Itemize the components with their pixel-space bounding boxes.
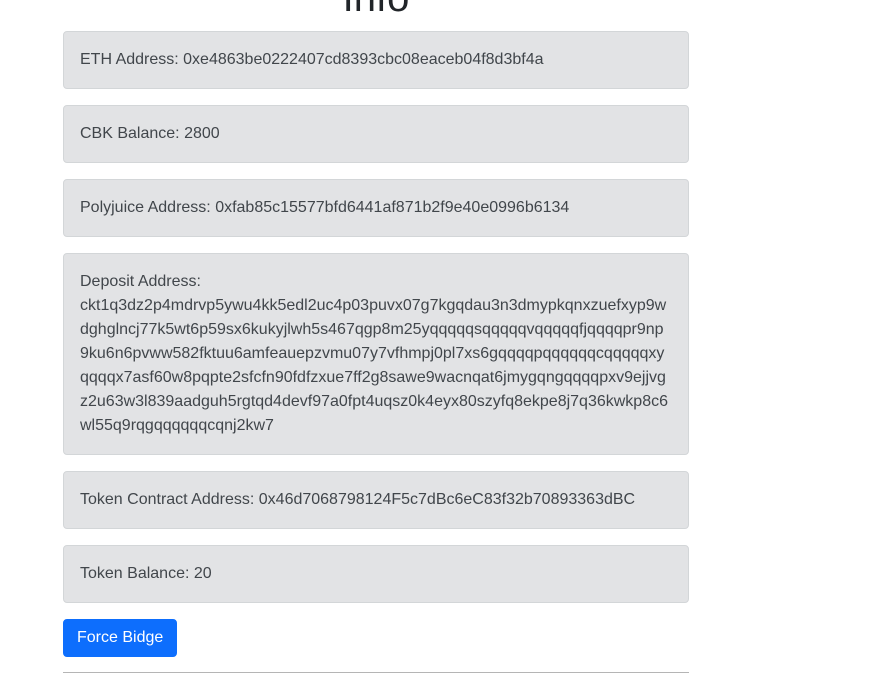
token-balance-label: Token Balance: (80, 565, 194, 582)
polyjuice-address-box: Polyjuice Address: 0xfab85c15577bfd6441a… (63, 179, 689, 237)
polyjuice-address-value: 0xfab85c15577bfd6441af871b2f9e40e0996b61… (215, 199, 570, 216)
token-contract-address-value: 0x46d7068798124F5c7dBc6eC83f32b70893363d… (258, 491, 636, 508)
info-list: ETH Address: 0xe4863be0222407cd8393cbc08… (63, 31, 689, 619)
divider (63, 672, 689, 673)
token-balance-box: Token Balance: 20 (63, 545, 689, 603)
token-contract-address-box: Token Contract Address: 0x46d7068798124F… (63, 471, 689, 529)
eth-address-label: ETH Address: (80, 51, 184, 68)
deposit-address-box: Deposit Address: ckt1q3dz2p4mdrvp5ywu4kk… (63, 253, 689, 455)
deposit-address-value: ckt1q3dz2p4mdrvp5ywu4kk5edl2uc4p03puvx07… (80, 297, 668, 434)
force-bridge-button[interactable]: Force Bidge (63, 619, 178, 657)
page-title: Info (63, 0, 689, 18)
token-contract-address-label: Token Contract Address: (80, 491, 259, 508)
polyjuice-address-label: Polyjuice Address: (80, 199, 216, 216)
cbk-balance-label: CBK Balance: (80, 125, 185, 142)
cbk-balance-value: 2800 (184, 125, 220, 142)
cbk-balance-box: CBK Balance: 2800 (63, 105, 689, 163)
deposit-address-label: Deposit Address: (80, 273, 201, 290)
page: Info ETH Address: 0xe4863be0222407cd8393… (0, 0, 874, 674)
eth-address-box: ETH Address: 0xe4863be0222407cd8393cbc08… (63, 31, 689, 89)
token-balance-value: 20 (193, 565, 212, 582)
eth-address-value: 0xe4863be0222407cd8393cbc08eaceb04f8d3bf… (183, 51, 544, 68)
